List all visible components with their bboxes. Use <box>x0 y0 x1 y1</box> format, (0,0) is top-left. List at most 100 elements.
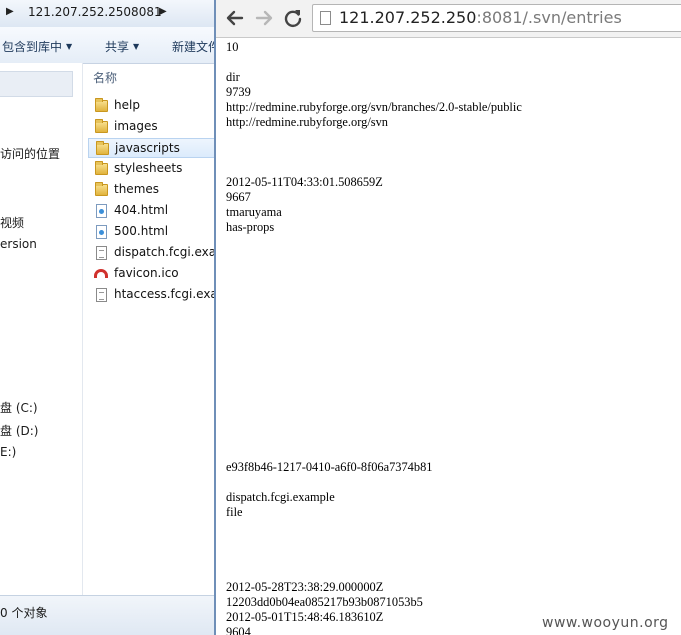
content-line <box>226 535 681 550</box>
content-line: e93f8b46-1217-0410-a6f0-8f06a7374b81 <box>226 460 433 474</box>
file-name: favicon.ico <box>114 266 179 280</box>
content-line <box>226 565 681 580</box>
browser-toolbar: 121.207.252.250:8081/.svn/entries <box>216 0 681 38</box>
content-line <box>226 400 681 415</box>
html-file-icon <box>96 225 107 239</box>
new-folder-button[interactable]: 新建文件 <box>172 38 216 55</box>
include-in-library-label: 包含到库中 <box>2 40 63 54</box>
content-line: http://redmine.rubyforge.org/svn <box>226 115 388 129</box>
file-name: htaccess.fcgi.exam <box>114 287 216 301</box>
file-row[interactable]: 500.html <box>88 222 216 242</box>
content-line <box>226 445 681 460</box>
content-line: file <box>226 505 243 519</box>
content-line: 9667 <box>226 190 251 204</box>
content-line <box>226 475 681 490</box>
file-list: 名称 help images javascripts stylesheets t… <box>88 63 216 595</box>
ruby-favicon-icon <box>94 269 108 278</box>
explorer-address-path[interactable]: 121.207.252.2508081 <box>28 5 162 19</box>
file-row[interactable]: htaccess.fcgi.exam <box>88 285 216 305</box>
url-text[interactable]: 121.207.252.250:8081/.svn/entries <box>339 8 622 27</box>
content-line <box>226 55 681 70</box>
file-row[interactable]: 404.html <box>88 201 216 221</box>
content-line <box>226 415 681 430</box>
file-explorer-window: ▶ 121.207.252.2508081 ▶ 包含到库中 ▼ 共享 ▼ 新建文件 … <box>0 0 216 635</box>
column-header-name[interactable]: 名称 <box>93 69 117 86</box>
chevron-right-icon[interactable]: ▶ <box>159 6 167 17</box>
url-bar[interactable]: 121.207.252.250:8081/.svn/entries <box>312 4 681 32</box>
content-line: dispatch.fcgi.example <box>226 490 335 504</box>
file-name: images <box>114 119 158 133</box>
content-line: 10 <box>226 40 239 54</box>
content-line: 2012-05-28T23:38:29.000000Z <box>226 580 384 594</box>
nav-item-drive-d[interactable]: 盘 (D:) <box>0 422 38 439</box>
file-name: themes <box>114 182 160 196</box>
folder-icon <box>96 141 109 155</box>
file-row[interactable]: help <box>88 96 216 116</box>
file-name: help <box>114 98 140 112</box>
back-arrow-icon[interactable] <box>225 8 245 28</box>
content-line <box>226 145 681 160</box>
folder-icon <box>95 119 108 133</box>
content-line: tmaruyama <box>226 205 282 219</box>
file-name: 404.html <box>114 203 169 217</box>
dropdown-arrow-icon: ▼ <box>133 42 140 51</box>
explorer-command-bar: 包含到库中 ▼ 共享 ▼ 新建文件 <box>0 27 216 64</box>
content-line: dir <box>226 70 240 84</box>
file-row-selected[interactable]: javascripts <box>88 138 216 158</box>
nav-item-drive-c[interactable]: 盘 (C:) <box>0 399 38 416</box>
nav-item-subversion[interactable]: ersion <box>0 237 37 251</box>
folder-icon <box>95 182 108 196</box>
item-count-status: 0 个对象 <box>0 606 48 620</box>
folder-icon <box>95 161 108 175</box>
document-icon <box>96 288 107 302</box>
url-host: 121.207.252.250 <box>339 8 477 27</box>
url-path: :8081/.svn/entries <box>476 8 622 27</box>
content-line <box>226 370 681 385</box>
content-line <box>226 310 681 325</box>
watermark-text: www.wooyun.org <box>542 615 669 631</box>
share-label: 共享 <box>105 40 130 54</box>
page-content: 10 dir 9739 http://redmine.rubyforge.org/sv… <box>226 40 681 635</box>
content-line: http://redmine.rubyforge.org/svn/branche… <box>226 100 522 114</box>
nav-pane-header-box[interactable] <box>0 71 73 97</box>
content-line <box>226 250 681 265</box>
include-in-library-button[interactable]: 包含到库中 ▼ <box>2 38 72 55</box>
file-row[interactable]: dispatch.fcgi.exam <box>88 243 216 263</box>
file-row[interactable]: stylesheets <box>88 159 216 179</box>
content-line <box>226 385 681 400</box>
reload-icon[interactable] <box>283 8 303 28</box>
html-file-icon <box>96 204 107 218</box>
file-name: 500.html <box>114 224 169 238</box>
page-icon <box>320 11 331 25</box>
document-icon <box>96 246 107 260</box>
content-line <box>226 325 681 340</box>
chevron-right-icon[interactable]: ▶ <box>6 6 14 17</box>
content-line <box>226 235 681 250</box>
nav-item-drive-e[interactable]: E:) <box>0 445 16 459</box>
content-line <box>226 520 681 535</box>
file-name: stylesheets <box>114 161 183 175</box>
content-line: 2012-05-11T04:33:01.508659Z <box>226 175 383 189</box>
nav-item-recent-places[interactable]: 访问的位置 <box>0 145 60 162</box>
content-line <box>226 160 681 175</box>
explorer-address-bar[interactable]: ▶ 121.207.252.2508081 ▶ <box>0 0 216 28</box>
share-button[interactable]: 共享 ▼ <box>105 38 139 55</box>
file-row[interactable]: favicon.ico <box>88 264 216 284</box>
content-line <box>226 295 681 310</box>
content-line <box>226 280 681 295</box>
content-line <box>226 430 681 445</box>
navigation-pane: 访问的位置 视频 ersion 盘 (C:) 盘 (D:) E:) <box>0 63 83 595</box>
content-line <box>226 355 681 370</box>
browser-window: 121.207.252.250:8081/.svn/entries 10 dir 9… <box>216 0 681 635</box>
dropdown-arrow-icon: ▼ <box>66 42 73 51</box>
file-name: javascripts <box>115 141 180 155</box>
file-row[interactable]: themes <box>88 180 216 200</box>
content-line: has-props <box>226 220 275 234</box>
content-line: 9739 <box>226 85 251 99</box>
nav-item-videos[interactable]: 视频 <box>0 214 24 231</box>
forward-arrow-icon[interactable] <box>254 8 274 28</box>
content-line <box>226 265 681 280</box>
file-row[interactable]: images <box>88 117 216 137</box>
file-name: dispatch.fcgi.exam <box>114 245 216 259</box>
folder-icon <box>95 98 108 112</box>
